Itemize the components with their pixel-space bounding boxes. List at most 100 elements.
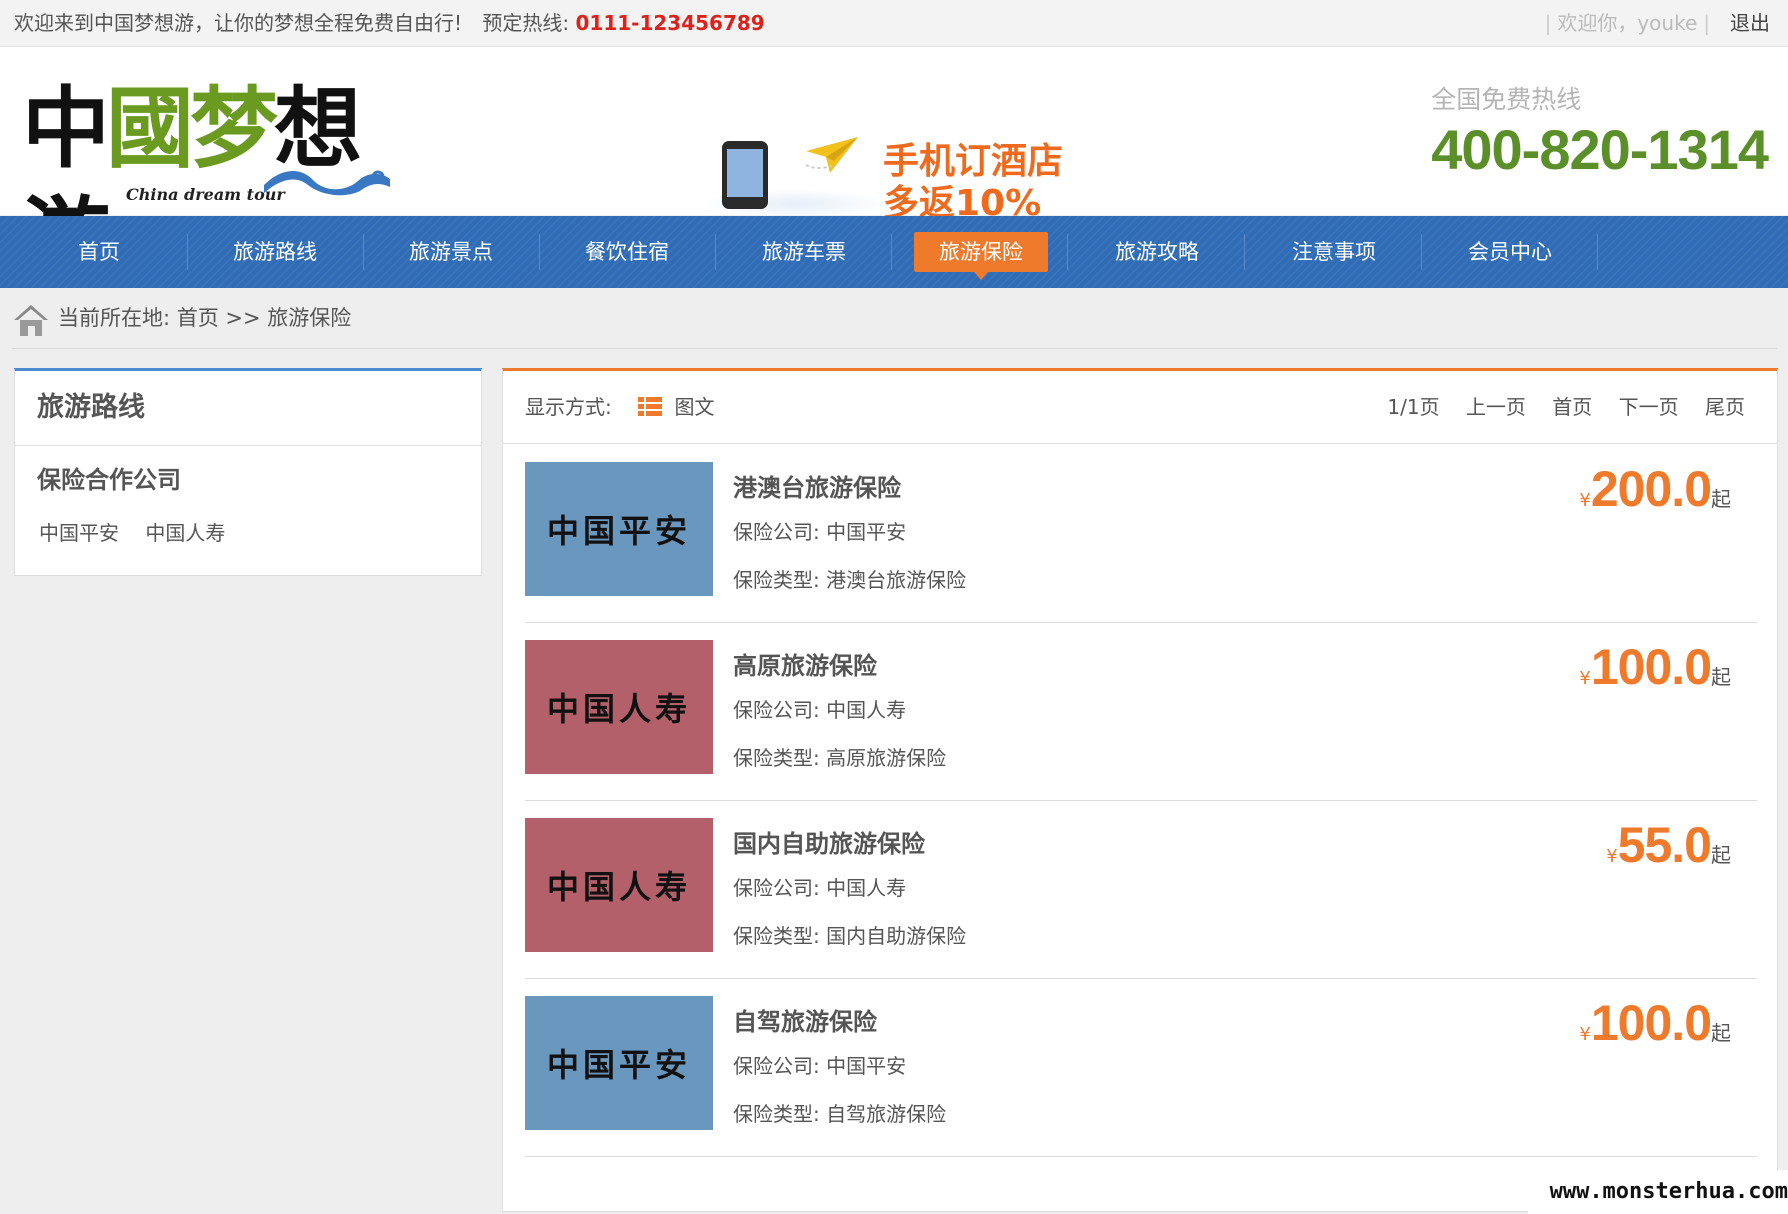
page-indicator: 1/1页 [1387,395,1440,419]
nav-item-dining[interactable]: 餐饮住宿 [560,232,694,272]
partner-link-renshou[interactable]: 中国人寿 [145,521,225,545]
free-hotline: 全国免费热线 400-820-1314 [1431,85,1769,185]
product-type: 保险类型: 国内自助游保险 [733,924,967,948]
price-suffix: 起 [1711,1021,1731,1045]
nav-item-tickets[interactable]: 旅游车票 [737,232,871,272]
product-company: 保险公司: 中国平安 [733,520,907,544]
product-company: 保险公司: 中国平安 [733,1054,907,1078]
first-page-link[interactable]: 首页 [1552,395,1592,419]
product-thumbnail[interactable]: 中国人寿 [525,818,713,952]
watermark: www.monsterhua.com [1528,1170,1788,1214]
active-indicator [974,272,988,280]
nav-item-attractions[interactable]: 旅游景点 [384,232,518,272]
price-suffix: 起 [1711,487,1731,511]
price-suffix: 起 [1711,843,1731,867]
partner-links: 中国平安 中国人寿 [15,495,481,546]
phone-icon [722,141,768,209]
nav-divider [539,234,540,270]
product-thumbnail[interactable]: 中国平安 [525,996,713,1130]
product-price: ¥100.0起 [1579,638,1731,696]
product-thumbnail[interactable]: 中国平安 [525,462,713,596]
product-name[interactable]: 港澳台旅游保险 [733,468,901,503]
product-type: 保险类型: 港澳台旅游保险 [733,568,967,592]
price-value: 100.0 [1590,995,1712,1051]
promo-text: 手机订酒店 多返10% [883,141,1063,225]
display-mode: 显示方式: 图文 [525,371,714,443]
next-page-link[interactable]: 下一页 [1619,395,1679,419]
product-price: ¥55.0起 [1606,816,1731,874]
prev-page-link[interactable]: 上一页 [1466,395,1526,419]
breadcrumb: 当前所在地: 首页 >> 旅游保险 [12,296,1777,349]
product-row[interactable]: 中国平安 自驾旅游保险 保险公司: 中国平安 保险类型: 自驾旅游保险 ¥100… [525,978,1757,1157]
price-suffix: 起 [1711,665,1731,689]
hotline-label: 预定热线: [482,11,570,35]
product-row[interactable]: 中国平安 港澳台旅游保险 保险公司: 中国平安 保险类型: 港澳台旅游保险 ¥2… [525,444,1757,623]
nav-divider [1421,234,1422,270]
nav-item-notices[interactable]: 注意事项 [1267,232,1401,272]
mobile-promo-banner[interactable]: 手机订酒店 多返10% [700,89,1080,224]
product-price: ¥200.0起 [1579,460,1731,518]
breadcrumb-text: 当前所在地: 首页 >> 旅游保险 [58,306,352,330]
pagination: 1/1页 上一页 首页 下一页 尾页 [1367,371,1745,443]
nav-divider [1244,234,1245,270]
sidebar-title: 旅游路线 [15,371,481,446]
display-mode-value[interactable]: 图文 [674,395,714,419]
separator: | [1544,11,1552,35]
product-name[interactable]: 国内自助旅游保险 [733,824,925,859]
top-bar: 欢迎来到中国梦想游，让你的梦想全程免费自由行! 预定热线: 0111-12345… [0,0,1788,47]
nav-divider [363,234,364,270]
product-company: 保险公司: 中国人寿 [733,698,907,722]
product-thumbnail[interactable]: 中国人寿 [525,640,713,774]
product-list-panel: 显示方式: 图文 1/1页 上一页 首页 下一页 尾页 中国平安 港澳台旅游保险… [502,368,1778,1212]
product-row[interactable]: 中国人寿 高原旅游保险 保险公司: 中国人寿 保险类型: 高原旅游保险 ¥100… [525,622,1757,801]
nav-divider [1067,234,1068,270]
separator: | [1703,11,1710,35]
home-icon [14,305,48,336]
sidebar: 旅游路线 保险合作公司 中国平安 中国人寿 [14,368,482,576]
hotline-number: 0111-123456789 [575,11,765,35]
nav-divider [1597,234,1598,270]
price-value: 100.0 [1590,639,1712,695]
partner-link-pingan[interactable]: 中国平安 [39,521,119,545]
nav-divider [891,234,892,270]
nav-item-routes[interactable]: 旅游路线 [208,232,342,272]
main-nav: 首页 旅游路线 旅游景点 餐饮住宿 旅游车票 旅游保险 旅游攻略 注意事项 会员… [0,216,1788,288]
display-mode-label: 显示方式: [525,395,612,419]
logo-english: China dream tour [126,185,285,204]
product-type: 保险类型: 自驾旅游保险 [733,1102,947,1126]
promo-line-1: 手机订酒店 [883,141,1064,182]
free-hotline-number: 400-820-1314 [1431,118,1769,181]
currency-symbol: ¥ [1579,1024,1591,1045]
currency-symbol: ¥ [1579,668,1591,689]
welcome-banner: 欢迎来到中国梦想游，让你的梦想全程免费自由行! 预定热线: 0111-12345… [14,0,765,46]
site-header: 中國梦想游 China dream tour 手机订酒店 多返10% 全国免费热… [0,47,1788,290]
list-view-icon[interactable] [638,396,663,417]
sidebar-section-title: 保险合作公司 [37,466,181,494]
nav-divider [715,234,716,270]
product-type: 保险类型: 高原旅游保险 [733,746,947,770]
nav-item-insurance-label: 旅游保险 [939,240,1023,264]
paper-plane-icon [805,137,858,173]
logout-link[interactable]: 退出 [1730,11,1770,35]
currency-symbol: ¥ [1606,846,1618,867]
product-name[interactable]: 自驾旅游保险 [733,1002,877,1037]
nav-item-insurance[interactable]: 旅游保险 [914,232,1048,280]
nav-item-home[interactable]: 首页 [32,232,166,272]
nav-item-guides[interactable]: 旅游攻略 [1090,232,1224,272]
user-area: | 欢迎你，youke | 退出 [1539,0,1770,46]
product-name[interactable]: 高原旅游保险 [733,646,877,681]
nav-divider [187,234,188,270]
user-greeting: 欢迎你，youke [1557,11,1698,35]
product-row[interactable]: 中国人寿 国内自助旅游保险 保险公司: 中国人寿 保险类型: 国内自助游保险 ¥… [525,800,1757,979]
nav-item-member[interactable]: 会员中心 [1443,232,1577,272]
currency-symbol: ¥ [1579,490,1591,511]
list-toolbar: 显示方式: 图文 1/1页 上一页 首页 下一页 尾页 [503,371,1777,444]
product-price: ¥100.0起 [1579,994,1731,1052]
site-logo[interactable]: 中國梦想游 China dream tour [22,73,390,290]
free-hotline-label: 全国免费热线 [1431,85,1582,114]
welcome-text: 欢迎来到中国梦想游，让你的梦想全程免费自由行! [14,11,463,35]
price-value: 200.0 [1590,461,1712,517]
price-value: 55.0 [1617,817,1712,873]
product-company: 保险公司: 中国人寿 [733,876,907,900]
last-page-link[interactable]: 尾页 [1705,395,1745,419]
